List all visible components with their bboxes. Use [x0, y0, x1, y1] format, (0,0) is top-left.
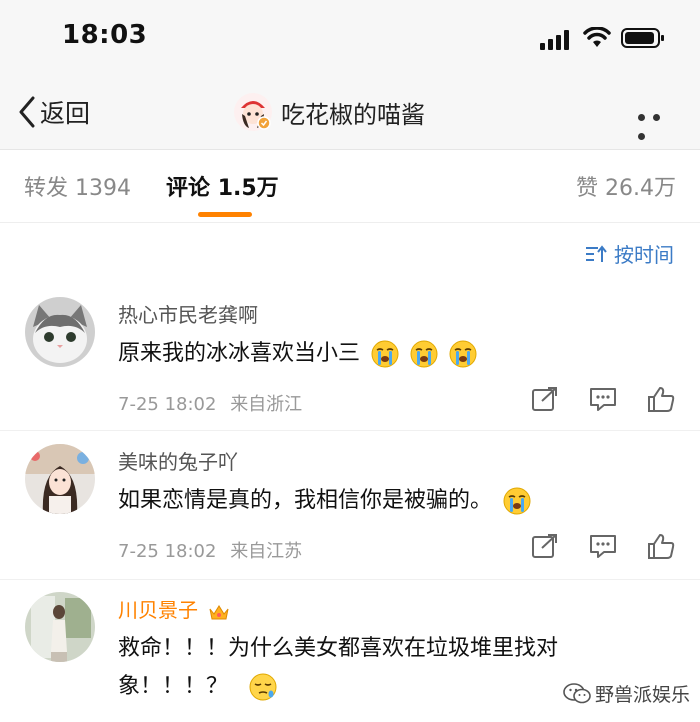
wechat-icon	[563, 682, 591, 703]
comment-text: 如果恋情是真的，我相信你是被骗的。	[118, 482, 658, 520]
comment-date: 7-25 18:02	[118, 541, 217, 562]
crown-badge-icon	[209, 604, 229, 619]
avatar[interactable]	[25, 592, 95, 662]
cartoon-avatar-icon	[234, 93, 272, 131]
tab-repost[interactable]: 转发 1394	[24, 170, 131, 202]
tab-like[interactable]: 赞 26.4万	[576, 170, 676, 202]
comment-location: 来自江苏	[230, 541, 303, 562]
reply-icon[interactable]	[588, 532, 618, 560]
nav-bar: 返回 吃花椒的喵酱	[0, 76, 700, 150]
sort-row: 按时间	[0, 223, 700, 285]
comment-username[interactable]: 热心市民老龚啊	[118, 299, 258, 328]
back-label: 返回	[40, 99, 91, 128]
comment-text-body: 原来我的冰冰喜欢当小三	[118, 341, 361, 366]
more-dot	[638, 133, 645, 140]
comment-text-line: 象！！！？	[118, 674, 229, 699]
tab-comment[interactable]: 评论 1.5万	[166, 170, 279, 202]
crying-emoji-icon	[449, 340, 477, 368]
battery-icon	[621, 28, 664, 48]
nav-title-group[interactable]: 吃花椒的喵酱	[233, 92, 425, 132]
more-icon	[638, 114, 645, 121]
tab-repost-label: 转发	[24, 176, 69, 201]
comment-meta: 7-25 18:02 来自浙江	[118, 390, 302, 416]
tab-like-label: 赞	[575, 176, 598, 201]
cat-avatar-icon	[25, 297, 95, 367]
page-title: 吃花椒的喵酱	[281, 100, 425, 129]
thumb-up-icon[interactable]	[646, 532, 676, 560]
comment-item: 美味的兔子吖 如果恋情是真的，我相信你是被骗的。 7-25 18:02 来自江苏	[0, 432, 700, 580]
signal-icon	[540, 30, 569, 50]
comment-text-body: 如果恋情是真的，我相信你是被骗的。	[118, 488, 493, 513]
wifi-icon	[583, 27, 611, 47]
photo-avatar-icon	[25, 592, 95, 662]
tab-like-count: 26.4万	[605, 176, 676, 201]
comment-text: 原来我的冰冰喜欢当小三	[118, 335, 658, 373]
nav-avatar[interactable]	[233, 92, 273, 132]
sort-icon	[586, 244, 607, 262]
more-dot	[653, 114, 660, 121]
crying-emoji-icon	[371, 340, 399, 368]
reply-icon[interactable]	[588, 385, 618, 413]
thumb-up-icon[interactable]	[646, 385, 676, 413]
sort-label: 按时间	[614, 243, 674, 267]
crying-emoji-icon	[410, 340, 438, 368]
active-tab-indicator	[198, 212, 252, 217]
comment-username-text: 川贝景子	[118, 598, 198, 622]
comment-item: 热心市民老龚啊 原来我的冰冰喜欢当小三 7-25 18:02 来自浙江	[0, 285, 700, 431]
back-button[interactable]: 返回	[18, 94, 90, 130]
crying-emoji-icon	[503, 487, 531, 515]
tab-comment-label: 评论	[166, 176, 211, 201]
comment-meta: 7-25 18:02 来自江苏	[118, 537, 302, 563]
comment-date: 7-25 18:02	[118, 394, 217, 415]
comment-actions	[502, 385, 676, 413]
share-icon[interactable]	[530, 385, 560, 413]
more-button[interactable]	[638, 106, 682, 140]
tab-repost-count: 1394	[75, 176, 132, 201]
girl-avatar-icon	[25, 444, 95, 514]
watermark: 野兽派娱乐	[563, 680, 690, 707]
back-arrow-icon	[19, 96, 35, 128]
status-bar: 18:03	[0, 0, 700, 76]
status-time: 18:03	[62, 20, 148, 50]
sort-by-time-button[interactable]: 按时间	[584, 239, 674, 268]
sleepy-emoji-icon	[249, 673, 277, 701]
comment-text-line: 救命！！！为什么美女都喜欢在垃圾堆里找对	[118, 636, 559, 661]
avatar[interactable]	[25, 444, 95, 514]
comment-username[interactable]: 川贝景子	[118, 594, 230, 623]
comment-location: 来自浙江	[230, 394, 303, 415]
tab-bar: 转发 1394 评论 1.5万 赞 26.4万	[0, 150, 700, 223]
comment-actions	[502, 532, 676, 560]
watermark-text: 野兽派娱乐	[594, 684, 690, 706]
tab-comment-count: 1.5万	[217, 176, 279, 201]
share-icon[interactable]	[530, 532, 560, 560]
comment-username[interactable]: 美味的兔子吖	[118, 446, 238, 475]
avatar[interactable]	[25, 297, 95, 367]
